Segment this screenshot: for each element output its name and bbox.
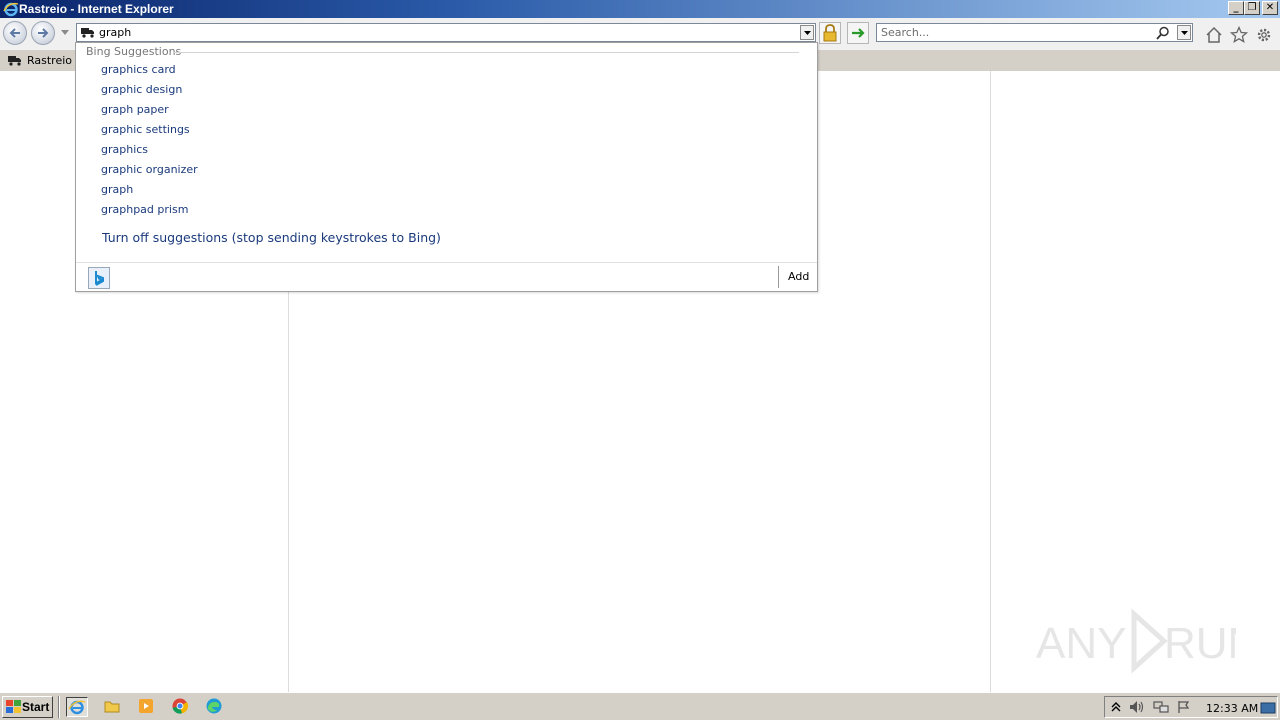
address-dropdown-button[interactable] [800,25,814,40]
address-bar[interactable] [76,23,816,42]
internet-explorer-icon [68,700,86,715]
tab-rastreio[interactable]: Rastreio [3,51,75,70]
security-lock-button[interactable] [819,22,841,44]
taskbar-internet-explorer[interactable] [66,697,88,717]
back-button[interactable] [3,21,27,45]
bing-icon[interactable] [88,267,110,289]
search-box[interactable] [876,23,1193,42]
restore-button[interactable]: ❐ [1244,1,1260,15]
watermark-text-right: RUN [1164,619,1236,668]
chevron-down-icon [804,31,811,35]
action-center-flag-icon[interactable] [1177,700,1191,714]
taskbar-file-explorer[interactable] [102,697,124,717]
window-title: Rastreio - Internet Explorer [19,2,174,16]
show-hidden-icons-icon[interactable] [1111,701,1121,713]
lock-icon [823,24,837,42]
taskbar-edge[interactable] [204,697,226,717]
taskbar-media-player[interactable] [136,697,158,717]
windows-flag-icon [6,700,21,713]
network-icon[interactable] [1153,700,1169,714]
window-title-bar: Rastreio - Internet Explorer _ ❐ ✕ [0,0,1280,18]
chrome-icon [172,698,189,714]
suggestion-item[interactable]: graphic design [101,81,182,99]
edge-icon [206,698,222,714]
bing-logo-icon [95,271,105,286]
suggestion-item[interactable]: graph [101,181,133,199]
taskbar: Start 12:33 AM [0,692,1280,720]
go-button[interactable] [847,22,869,44]
truck-icon [8,56,21,66]
footer-separator [778,266,779,288]
suggestion-item[interactable]: graphic settings [101,121,190,139]
go-arrow-icon [852,28,865,38]
taskbar-chrome[interactable] [170,697,192,717]
forward-button[interactable] [31,21,55,45]
media-player-icon [139,699,153,713]
recent-pages-dropdown-icon[interactable] [61,30,69,36]
header-divider [174,52,799,53]
suggestion-item[interactable]: graphic organizer [101,161,198,179]
suggestion-item[interactable]: graphics [101,141,148,159]
search-suggestions-dropdown: Bing Suggestions graphics card graphic d… [75,42,818,292]
search-icon[interactable] [1156,26,1170,40]
close-button[interactable]: ✕ [1262,1,1278,15]
anyrun-watermark-logo: ANY RUN [1036,608,1236,674]
favorites-star-icon[interactable] [1230,26,1248,44]
truck-icon [81,28,94,38]
suggestion-item[interactable]: graphpad prism [101,201,188,219]
address-input[interactable] [99,25,799,40]
back-arrow-icon [9,28,20,38]
forward-arrow-icon [38,28,49,38]
content-divider [990,71,991,692]
volume-icon[interactable] [1129,700,1145,714]
taskbar-separator [58,696,60,718]
footer-divider [76,262,817,263]
start-label: Start [22,700,50,714]
add-search-provider-button[interactable]: Add [788,270,809,283]
home-icon[interactable] [1205,26,1223,44]
suggestion-item[interactable]: graph paper [101,101,169,119]
search-dropdown-button[interactable] [1177,25,1191,40]
tab-label: Rastreio [27,54,73,67]
folder-icon [104,701,120,713]
suggestions-header: Bing Suggestions [86,45,182,58]
taskbar-clock: 12:33 AM [1206,702,1259,715]
gear-icon[interactable] [1255,26,1273,44]
search-input[interactable] [881,25,1151,40]
minimize-button[interactable]: _ [1228,1,1244,15]
start-button[interactable]: Start [2,696,53,718]
watermark-text-left: ANY [1036,619,1126,668]
turn-off-suggestions-link[interactable]: Turn off suggestions (stop sending keyst… [102,230,441,245]
chevron-down-icon [1181,31,1188,35]
show-desktop-icon[interactable] [1260,701,1276,715]
internet-explorer-icon [3,2,19,17]
suggestion-item[interactable]: graphics card [101,61,176,79]
